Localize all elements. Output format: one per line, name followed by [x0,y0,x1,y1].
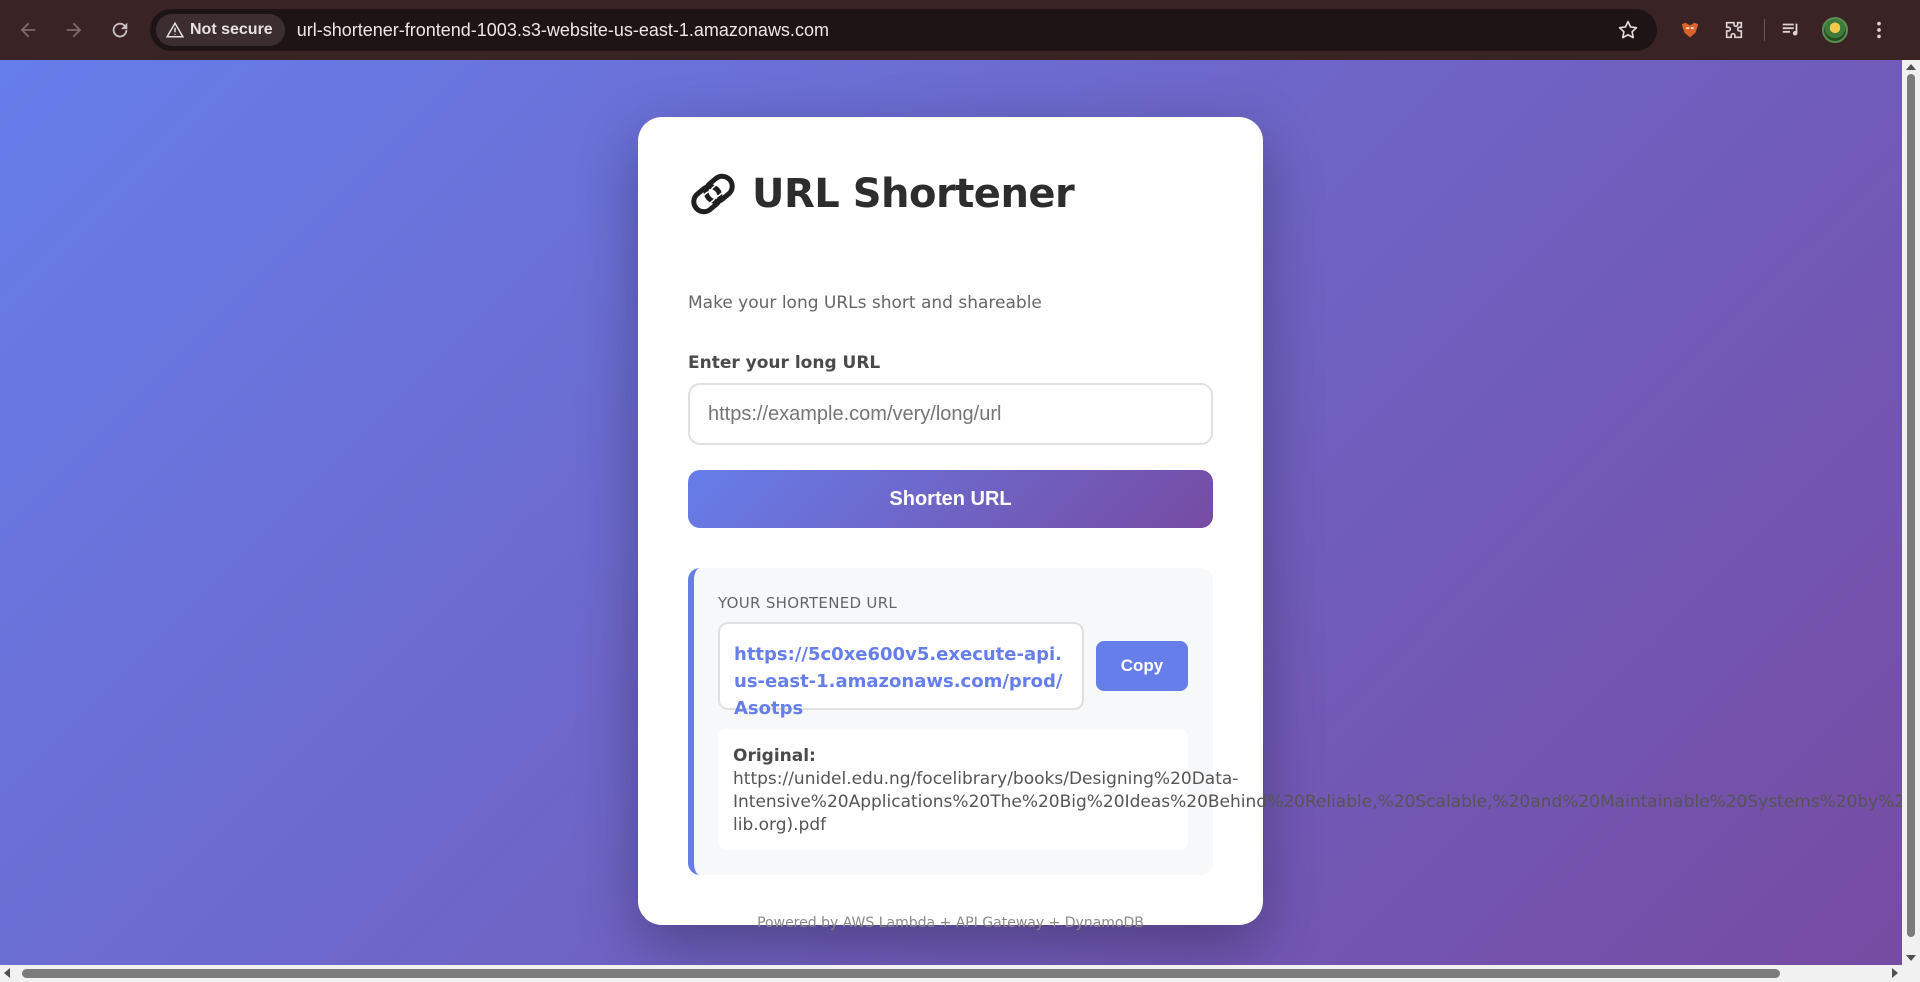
result-panel: YOUR SHORTENED URL https://5c0xe600v5.ex… [688,568,1902,875]
original-url-title: Original: [733,746,816,766]
toolbar-right [1672,12,1905,48]
media-icon [1782,23,1798,36]
copy-button[interactable]: Copy [1096,641,1188,691]
extension-icon [1681,22,1699,38]
scroll-right-icon[interactable] [1892,968,1898,978]
kebab-menu-icon [1877,21,1881,39]
toolbar-separator [1764,19,1765,41]
security-chip-label: Not secure [190,21,273,38]
back-icon [20,22,36,38]
original-url-box: Original: https://unidel.edu.ng/focelibr… [718,729,1902,850]
extension-button[interactable] [1672,12,1708,48]
warning-icon [166,21,184,38]
address-bar[interactable]: Not secure url-shortener-frontend-1003.s… [150,9,1657,51]
page-viewport: URL Shortener Make your long URLs short … [0,60,1902,965]
back-button[interactable] [6,8,50,52]
short-url-box: https://5c0xe600v5.execute-api.us-east-1… [718,622,1084,719]
scroll-up-icon[interactable] [1906,64,1916,70]
profile-button[interactable] [1817,12,1853,48]
shortener-card: URL Shortener Make your long URLs short … [638,117,1902,931]
extensions-menu-button[interactable] [1716,12,1752,48]
puzzle-icon [1725,21,1743,39]
horizontal-scroll-thumb[interactable] [22,969,1780,978]
long-url-input[interactable] [688,383,1213,445]
page-title: URL Shortener [752,171,1075,217]
avatar [1822,17,1848,43]
page-subtitle: Make your long URLs short and shareable [688,293,1042,313]
shorten-url-button[interactable]: Shorten URL [688,470,1213,528]
original-url-line-3: lib.org).pdf [733,815,827,835]
title-row: URL Shortener [688,169,1075,219]
url-input-label: Enter your long URL [688,353,881,373]
address-text[interactable]: url-shortener-frontend-1003.s3-website-u… [297,20,829,41]
original-url-line-2: Intensive%20Applications%20The%20Big%20I… [733,792,1902,812]
forward-icon [66,22,82,38]
short-url-link[interactable]: https://5c0xe600v5.execute-api.us-east-1… [734,641,1068,722]
star-icon[interactable] [1617,19,1639,41]
link-icon [691,173,735,215]
scroll-down-icon[interactable] [1906,955,1916,961]
horizontal-scrollbar[interactable] [0,965,1920,982]
menu-button[interactable] [1861,12,1897,48]
browser-toolbar: Not secure url-shortener-frontend-1003.s… [0,0,1920,60]
media-controls-button[interactable] [1773,12,1809,48]
vertical-scrollbar[interactable] [1902,60,1920,965]
forward-button[interactable] [52,8,96,52]
reload-button[interactable] [98,8,142,52]
original-url-line-1: https://unidel.edu.ng/focelibrary/books/… [733,769,1239,789]
powered-by-footer: Powered by AWS Lambda + API Gateway + Dy… [757,915,1144,931]
reload-icon [112,22,128,38]
security-chip[interactable]: Not secure [156,14,285,46]
result-label: YOUR SHORTENED URL [718,594,898,612]
scroll-left-icon[interactable] [4,968,10,978]
vertical-scroll-thumb[interactable] [1907,74,1915,937]
